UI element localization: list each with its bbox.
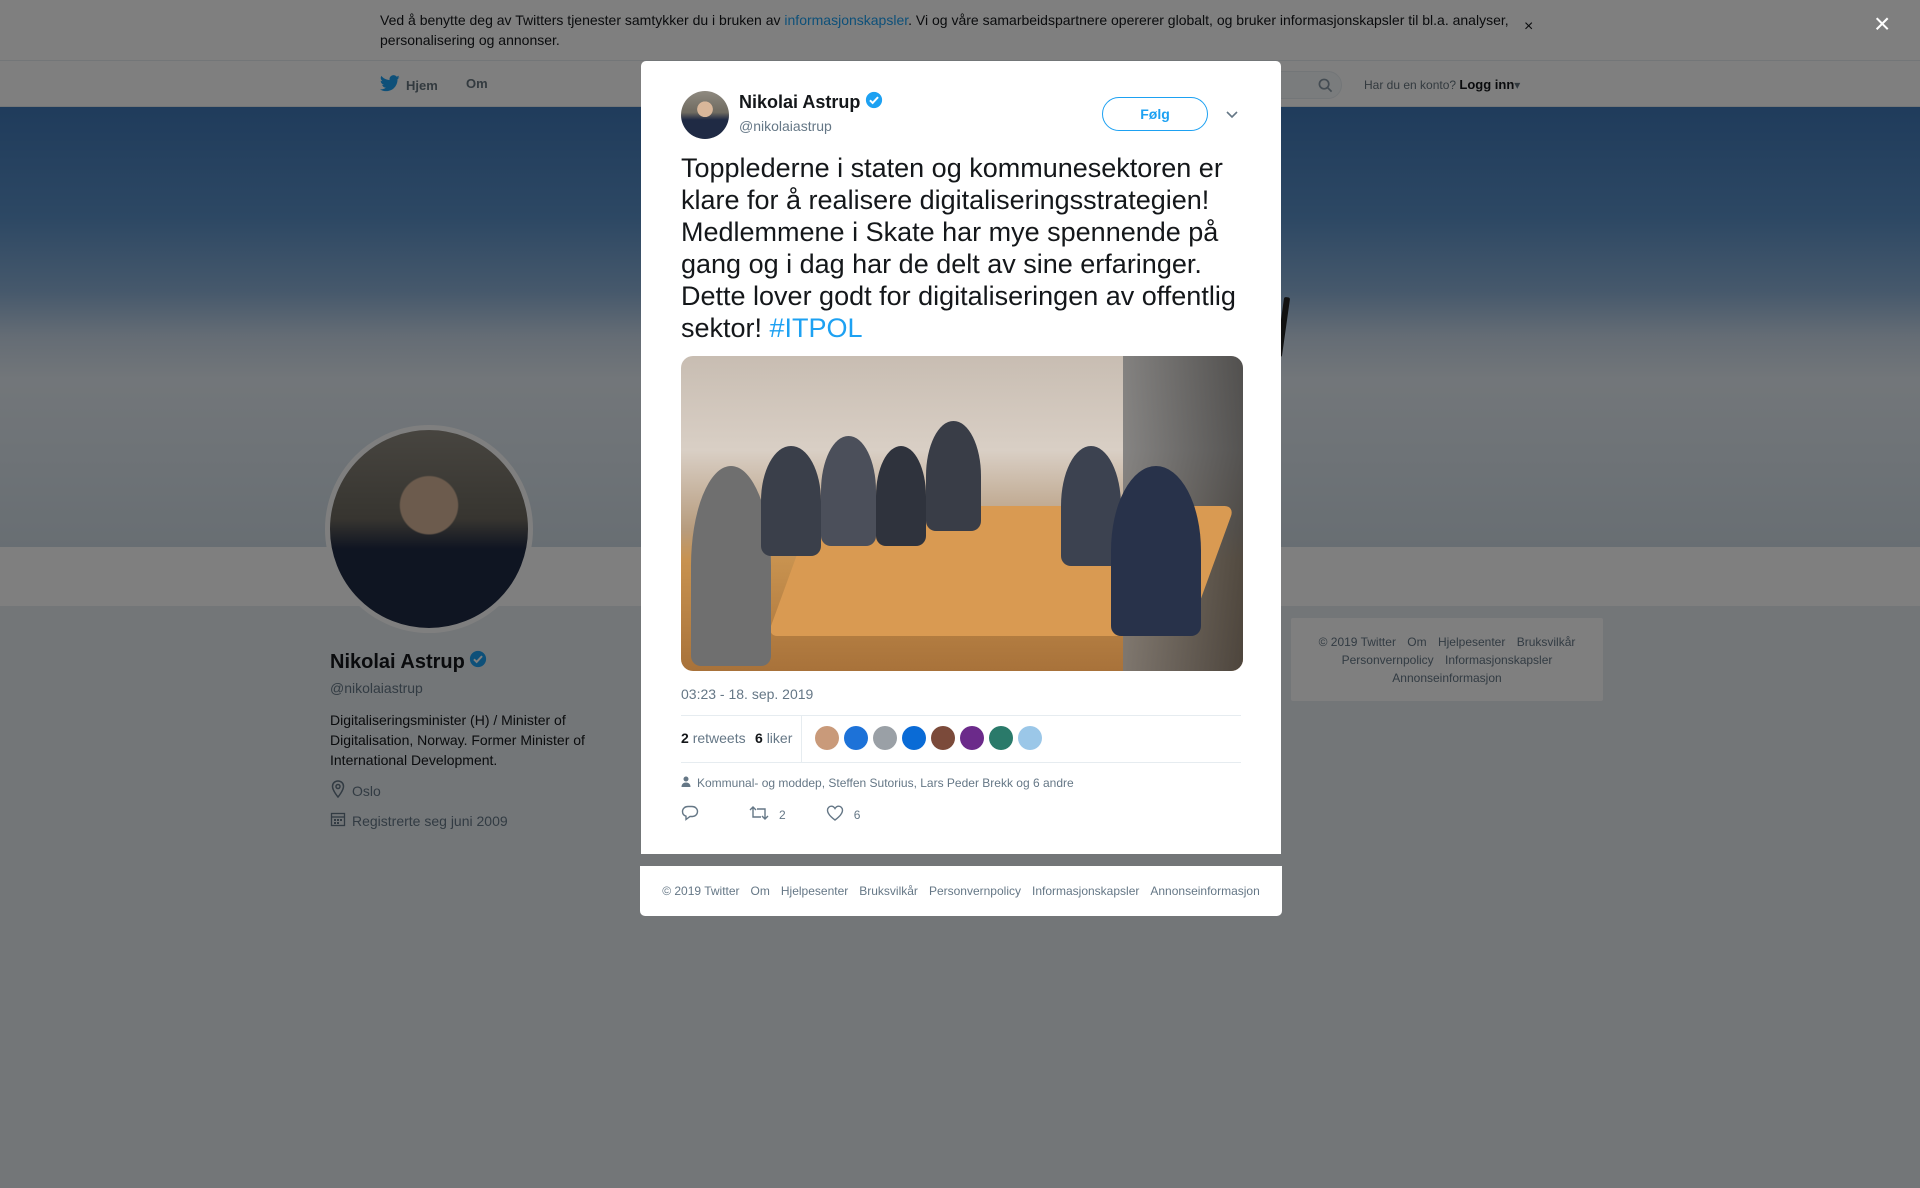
liker-avatar[interactable] xyxy=(873,726,897,750)
retweet-button[interactable]: 2 xyxy=(749,805,786,824)
photo-person xyxy=(821,436,876,546)
liker-avatar[interactable] xyxy=(844,726,868,750)
tweet-actions: 2 6 xyxy=(681,805,900,824)
follow-button[interactable]: Følg xyxy=(1102,97,1208,131)
modal-footer: © 2019 Twitter Om Hjelpesenter Bruksvilk… xyxy=(640,866,1282,916)
reply-icon xyxy=(681,805,699,824)
photo-person xyxy=(761,446,821,556)
tweet-text: Topplederne i staten og kommunesektoren … xyxy=(681,153,1236,343)
tweet-stats: 2 retweets 6 liker xyxy=(681,715,1241,763)
liker-avatar[interactable] xyxy=(815,726,839,750)
hashtag-link[interactable]: #ITPOL xyxy=(770,313,863,343)
author-avatar[interactable] xyxy=(681,91,729,139)
likers-avatars xyxy=(815,726,1042,750)
footer-link-cookies[interactable]: Informasjonskapsler xyxy=(1032,884,1139,898)
footer-copyright: © 2019 Twitter xyxy=(662,884,740,898)
footer-link-ads-info[interactable]: Annonseinformasjon xyxy=(1150,884,1259,898)
retweet-icon xyxy=(749,805,769,824)
liker-avatar[interactable] xyxy=(931,726,955,750)
footer-link-help[interactable]: Hjelpesenter xyxy=(781,884,848,898)
liker-avatar[interactable] xyxy=(989,726,1013,750)
chevron-down-icon[interactable] xyxy=(1225,107,1239,125)
like-button[interactable]: 6 xyxy=(826,805,860,824)
tweet-photo[interactable] xyxy=(681,356,1243,671)
photo-person xyxy=(926,421,981,531)
footer-link-terms[interactable]: Bruksvilkår xyxy=(859,884,918,898)
tweet-timestamp[interactable]: 03:23 - 18. sep. 2019 xyxy=(681,686,813,702)
reply-button[interactable] xyxy=(681,805,709,824)
likes-stat[interactable]: 6 liker xyxy=(755,730,792,746)
heart-icon xyxy=(826,805,844,824)
stats-divider xyxy=(801,716,802,762)
photo-person xyxy=(691,466,771,666)
photo-person xyxy=(1111,466,1201,636)
liked-by-row[interactable]: Kommunal- og moddep, Steffen Sutorius, L… xyxy=(681,776,1074,790)
liker-avatar[interactable] xyxy=(960,726,984,750)
author-handle[interactable]: @nikolaiastrup xyxy=(739,118,832,134)
liker-avatar[interactable] xyxy=(902,726,926,750)
author-name[interactable]: Nikolai Astrup xyxy=(739,91,883,114)
footer-link-about[interactable]: Om xyxy=(751,884,770,898)
retweets-stat[interactable]: 2 retweets xyxy=(681,730,746,746)
liker-avatar[interactable] xyxy=(1018,726,1042,750)
photo-person xyxy=(876,446,926,546)
tweet-modal: Nikolai Astrup @nikolaiastrup Følg Toppl… xyxy=(641,61,1281,854)
footer-link-privacy[interactable]: Personvernpolicy xyxy=(929,884,1021,898)
modal-close-button[interactable]: × xyxy=(1874,10,1890,38)
verified-badge-icon xyxy=(865,91,883,114)
person-icon xyxy=(681,776,691,790)
